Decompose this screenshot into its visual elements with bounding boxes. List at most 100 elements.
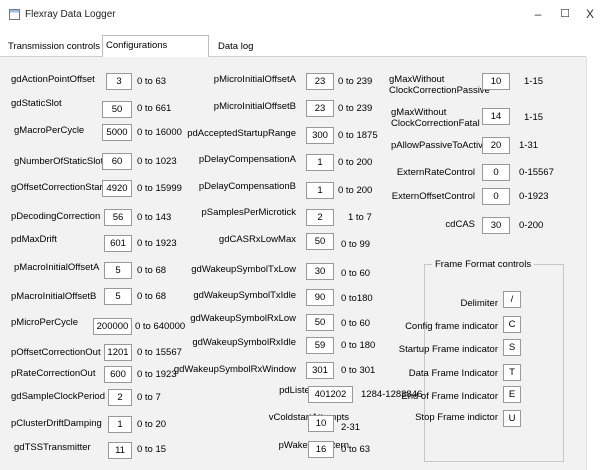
tab-configurations-parameter[interactable]: Configurations Parameter [102, 35, 209, 71]
input-delimiter[interactable]: / [503, 291, 521, 308]
range-pdMaxDrift: 0 to 1923 [137, 238, 177, 249]
input-gdSampleClockPeriod[interactable]: 2 [108, 389, 132, 406]
range-pMicroPerCycle: 0 to 640000 [135, 321, 186, 332]
input-pAllowPassiveToActive[interactable]: 20 [482, 137, 510, 154]
frame-format-title: Frame Format controls [432, 259, 535, 270]
range-gdWakeupSymbolTxIdle: 0 to180 [341, 293, 373, 304]
range-gdCASRxLowMax: 0 to 99 [341, 239, 371, 250]
label-pRateCorrectionOut: pRateCorrectionOut [11, 368, 96, 379]
label-end-of-frame-indicator: End of Frame Indicator [401, 391, 498, 402]
label-pAllowPassiveToActive: pAllowPassiveToActive [391, 140, 489, 151]
window-title: Flexray Data Logger [25, 9, 116, 20]
input-end-of-frame-indicator[interactable]: E [503, 386, 521, 403]
range-gOffsetCorrectionStart: 0 to 15999 [137, 183, 182, 194]
label-pMacroInitialOffsetB: pMacroInitialOffsetB [11, 291, 97, 302]
label-gMaxWithoutClockCorrectionFatal-line1: gMaxWithout [391, 107, 447, 118]
input-pdListenTimeout[interactable]: 401202 [308, 386, 353, 403]
input-gdActionPointOffset[interactable]: 3 [106, 73, 132, 90]
range-gdWakeupSymbolRxLow: 0 to 60 [341, 318, 371, 329]
input-data-frame-indicator[interactable]: T [503, 364, 521, 381]
range-pRateCorrectionOut: 0 to 1923 [137, 369, 177, 380]
close-button[interactable]: X [581, 6, 599, 22]
input-gdWakeupSymbolTxLow[interactable]: 30 [306, 263, 334, 280]
range-gdActionPointOffset: 0 to 63 [137, 76, 167, 87]
input-pMicroInitialOffsetA[interactable]: 23 [306, 73, 334, 90]
input-ExternOffsetControl[interactable]: 0 [482, 188, 510, 205]
range-pSamplesPerMicrotick: 1 to 7 [348, 212, 372, 223]
range-gNumberOfStaticSlots: 0 to 1023 [137, 156, 177, 167]
label-gdStaticSlot: gdStaticSlot [11, 98, 62, 109]
label-pSamplesPerMicrotick: pSamplesPerMicrotick [201, 207, 297, 218]
input-gdCASRxLowMax[interactable]: 50 [306, 233, 334, 250]
input-stop-frame-indicator[interactable]: U [503, 410, 521, 427]
label-gdCASRxLowMax: gdCASRxLowMax [218, 234, 296, 245]
input-pdMaxDrift[interactable]: 601 [104, 235, 132, 252]
input-pMicroPerCycle[interactable]: 200000 [93, 318, 132, 335]
range-pMicroInitialOffsetB: 0 to 239 [338, 103, 373, 114]
tab-data-log[interactable]: Data log [215, 38, 256, 56]
input-cdCAS[interactable]: 30 [482, 217, 510, 234]
label-startup-frame-indicator: Startup Frame indicator [398, 344, 498, 355]
range-gdWakeupSymbolRxIdle: 0 to 180 [341, 340, 376, 351]
label-pOffsetCorrectionOut: pOffsetCorrectionOut [11, 347, 101, 358]
label-gdWakeupSymbolRxWindow: gdWakeupSymbolRxWindow [173, 364, 296, 375]
range-gdWakeupSymbolRxWindow: 0 to 301 [341, 365, 376, 376]
input-gdWakeupSymbolRxIdle[interactable]: 59 [306, 337, 334, 354]
input-pWakeupPattern[interactable]: 16 [308, 441, 334, 458]
maximize-button[interactable]: ☐ [556, 6, 574, 22]
range-pMacroInitialOffsetA: 0 to 68 [137, 265, 167, 276]
label-gdTSSTransmitter: gdTSSTransmitter [14, 442, 91, 453]
input-pMacroInitialOffsetA[interactable]: 5 [104, 262, 132, 279]
input-gdWakeupSymbolRxWindow[interactable]: 301 [306, 362, 334, 379]
input-gNumberOfStaticSlots[interactable]: 60 [102, 153, 132, 170]
input-pDelayCompensationB[interactable]: 1 [306, 182, 334, 199]
range-pMacroInitialOffsetB: 0 to 68 [137, 291, 167, 302]
input-pSamplesPerMicrotick[interactable]: 2 [306, 209, 334, 226]
frame-format-group [424, 264, 564, 462]
label-gdActionPointOffset: gdActionPointOffset [11, 74, 95, 85]
range-pDecodingCorrection: 0 to 143 [137, 212, 172, 223]
input-pDecodingCorrection[interactable]: 56 [104, 209, 132, 226]
label-gdWakeupSymbolRxLow: gdWakeupSymbolRxLow [190, 313, 296, 324]
input-gdWakeupSymbolTxIdle[interactable]: 90 [306, 289, 334, 306]
label-pMicroPerCycle: pMicroPerCycle [11, 317, 79, 328]
input-gOffsetCorrectionStart[interactable]: 4920 [102, 180, 132, 197]
label-gMaxWithoutClockCorrectionFatal-line2: ClockCorrectionFatal [391, 118, 480, 129]
minimize-button[interactable]: – [529, 6, 547, 22]
range-gMaxWithoutClockCorrectionFatal: 1-15 [524, 112, 544, 123]
label-pMicroInitialOffsetB: pMicroInitialOffsetB [213, 101, 296, 112]
input-pMacroInitialOffsetB[interactable]: 5 [104, 288, 132, 305]
input-gMaxWithoutClockCorrectionFatal[interactable]: 14 [482, 108, 510, 125]
input-config-frame-indicator[interactable]: C [503, 316, 521, 333]
range-gdStaticSlot: 0 to 661 [137, 103, 172, 114]
input-pOffsetCorrectionOut[interactable]: 1201 [104, 344, 132, 361]
label-gdWakeupSymbolTxIdle: gdWakeupSymbolTxIdle [193, 290, 296, 301]
input-gdStaticSlot[interactable]: 50 [102, 101, 132, 118]
input-pClusterDriftDamping[interactable]: 1 [108, 416, 132, 433]
range-gdWakeupSymbolTxLow: 0 to 60 [341, 268, 371, 279]
input-pdAcceptedStartupRange[interactable]: 300 [306, 127, 334, 144]
range-pMicroInitialOffsetA: 0 to 239 [338, 76, 373, 87]
input-gdWakeupSymbolRxLow[interactable]: 50 [306, 314, 334, 331]
input-gdTSSTransmitter[interactable]: 11 [108, 442, 132, 459]
label-gdWakeupSymbolRxIdle: gdWakeupSymbolRxIdle [192, 337, 296, 348]
input-gMacroPerCycle[interactable]: 5000 [102, 124, 132, 141]
label-pdAcceptedStartupRange: pdAcceptedStartupRange [187, 128, 296, 139]
label-pMacroInitialOffsetA: pMacroInitialOffsetA [14, 262, 100, 273]
title-bar: Flexray Data Logger – ☐ X [0, 0, 601, 30]
input-pDelayCompensationA[interactable]: 1 [306, 154, 334, 171]
input-pMicroInitialOffsetB[interactable]: 23 [306, 100, 334, 117]
range-pdAcceptedStartupRange: 0 to 1875 [338, 130, 378, 141]
input-pRateCorrectionOut[interactable]: 600 [104, 366, 132, 383]
input-ExternRateControl[interactable]: 0 [482, 164, 510, 181]
tab-transmission-controls[interactable]: Transmission controls [5, 38, 103, 56]
range-pClusterDriftDamping: 0 to 20 [137, 419, 167, 430]
range-pOffsetCorrectionOut: 0 to 15567 [137, 347, 182, 358]
label-gMaxWithoutClockCorrectionPassive-line1: gMaxWithout [389, 74, 445, 85]
range-ExternOffsetControl: 0-1923 [519, 191, 549, 202]
input-gMaxWithoutClockCorrectionPassive[interactable]: 10 [482, 73, 510, 90]
panel-right-edge [586, 57, 587, 470]
range-gMacroPerCycle: 0 to 16000 [137, 127, 182, 138]
input-startup-frame-indicator[interactable]: S [503, 339, 521, 356]
input-vColdstartAttempts[interactable]: 10 [308, 415, 334, 432]
